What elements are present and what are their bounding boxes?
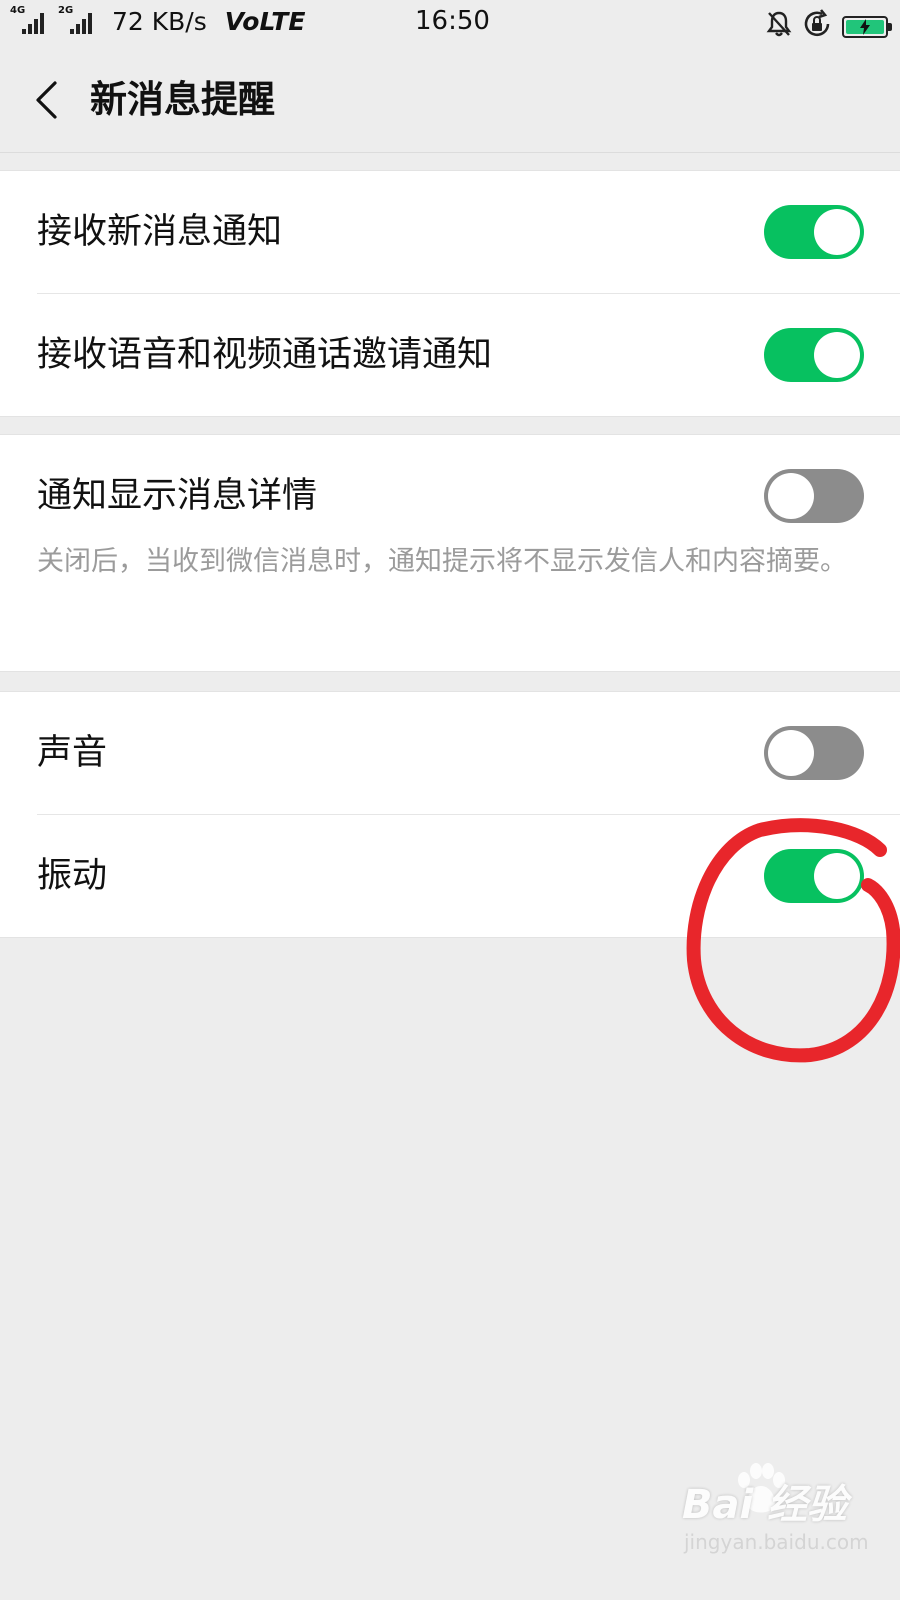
watermark-brand: Bai 经验 [682, 1482, 848, 1528]
watermark-url: jingyan.baidu.com [684, 1530, 869, 1554]
baidu-watermark: Bai 经验 jingyan.baidu.com [672, 1462, 892, 1582]
annotation-circle [686, 818, 900, 1063]
